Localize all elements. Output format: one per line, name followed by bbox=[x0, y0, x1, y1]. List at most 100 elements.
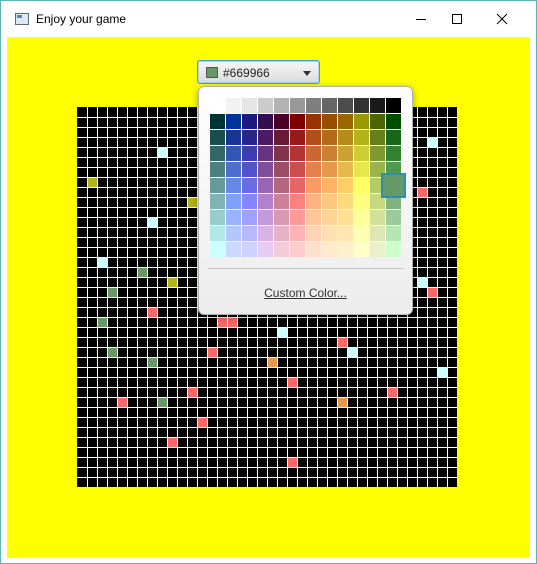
grid-cell[interactable] bbox=[427, 137, 437, 147]
color-swatch[interactable] bbox=[258, 210, 273, 225]
color-swatch[interactable] bbox=[354, 194, 369, 209]
color-picker-button[interactable]: #669966 bbox=[197, 60, 320, 84]
color-swatch[interactable] bbox=[354, 226, 369, 241]
color-swatch[interactable] bbox=[338, 178, 353, 193]
grid-cell[interactable] bbox=[227, 317, 237, 327]
color-swatch[interactable] bbox=[210, 242, 225, 257]
grid-cell[interactable] bbox=[167, 277, 177, 287]
color-swatch[interactable] bbox=[290, 194, 305, 209]
color-swatch[interactable] bbox=[306, 178, 321, 193]
color-swatch[interactable] bbox=[242, 130, 257, 145]
selected-color-swatch[interactable] bbox=[381, 173, 406, 198]
color-swatch[interactable] bbox=[386, 226, 401, 241]
color-swatch[interactable] bbox=[226, 130, 241, 145]
color-swatch[interactable] bbox=[210, 210, 225, 225]
color-swatch[interactable] bbox=[322, 130, 337, 145]
color-swatch[interactable] bbox=[290, 146, 305, 161]
color-swatch[interactable] bbox=[338, 114, 353, 129]
maximize-button[interactable] bbox=[434, 1, 480, 37]
color-swatch[interactable] bbox=[354, 162, 369, 177]
color-swatch[interactable] bbox=[370, 226, 385, 241]
grid-cell[interactable] bbox=[117, 397, 127, 407]
grid-cell[interactable] bbox=[157, 397, 167, 407]
color-swatch[interactable] bbox=[370, 130, 385, 145]
color-swatch[interactable] bbox=[274, 162, 289, 177]
color-swatch[interactable] bbox=[322, 114, 337, 129]
color-swatch[interactable] bbox=[370, 98, 385, 113]
grid-cell[interactable] bbox=[217, 317, 227, 327]
grid-cell[interactable] bbox=[187, 387, 197, 397]
grid-cell[interactable] bbox=[137, 267, 147, 277]
color-swatch[interactable] bbox=[274, 130, 289, 145]
color-swatch[interactable] bbox=[290, 210, 305, 225]
color-swatch[interactable] bbox=[354, 130, 369, 145]
color-swatch[interactable] bbox=[242, 114, 257, 129]
color-swatch[interactable] bbox=[258, 242, 273, 257]
color-swatch[interactable] bbox=[386, 98, 401, 113]
color-swatch[interactable] bbox=[274, 210, 289, 225]
grid-cell[interactable] bbox=[167, 437, 177, 447]
color-swatch[interactable] bbox=[322, 178, 337, 193]
grid-cell[interactable] bbox=[107, 287, 117, 297]
grid-cell[interactable] bbox=[147, 357, 157, 367]
color-swatch[interactable] bbox=[338, 162, 353, 177]
color-swatch[interactable] bbox=[258, 226, 273, 241]
color-swatch[interactable] bbox=[258, 162, 273, 177]
color-swatch[interactable] bbox=[370, 114, 385, 129]
color-swatch[interactable] bbox=[274, 226, 289, 241]
color-swatch[interactable] bbox=[274, 114, 289, 129]
color-swatch[interactable] bbox=[306, 226, 321, 241]
color-swatch[interactable] bbox=[274, 194, 289, 209]
color-swatch[interactable] bbox=[386, 130, 401, 145]
grid-cell[interactable] bbox=[387, 387, 397, 397]
grid-cell[interactable] bbox=[347, 347, 357, 357]
color-swatch[interactable] bbox=[242, 178, 257, 193]
color-swatch[interactable] bbox=[274, 242, 289, 257]
color-swatch[interactable] bbox=[370, 242, 385, 257]
color-swatch[interactable] bbox=[306, 162, 321, 177]
color-swatch[interactable] bbox=[306, 98, 321, 113]
color-swatch[interactable] bbox=[338, 210, 353, 225]
color-swatch[interactable] bbox=[210, 178, 225, 193]
color-swatch[interactable] bbox=[322, 194, 337, 209]
grid-cell[interactable] bbox=[187, 197, 197, 207]
color-swatch[interactable] bbox=[290, 130, 305, 145]
color-swatch[interactable] bbox=[322, 146, 337, 161]
color-swatch[interactable] bbox=[322, 162, 337, 177]
custom-color-link[interactable]: Custom Color... bbox=[199, 286, 412, 300]
color-swatch[interactable] bbox=[258, 194, 273, 209]
grid-cell[interactable] bbox=[277, 327, 287, 337]
grid-cell[interactable] bbox=[337, 397, 347, 407]
grid-cell[interactable] bbox=[87, 177, 97, 187]
color-swatch[interactable] bbox=[274, 178, 289, 193]
color-swatch[interactable] bbox=[226, 226, 241, 241]
color-swatch[interactable] bbox=[242, 98, 257, 113]
color-swatch[interactable] bbox=[306, 146, 321, 161]
color-swatch[interactable] bbox=[338, 194, 353, 209]
grid-cell[interactable] bbox=[97, 257, 107, 267]
grid-cell[interactable] bbox=[157, 147, 167, 157]
color-swatch[interactable] bbox=[290, 178, 305, 193]
color-swatch[interactable] bbox=[354, 114, 369, 129]
color-swatch[interactable] bbox=[274, 146, 289, 161]
color-swatch[interactable] bbox=[354, 98, 369, 113]
color-swatch[interactable] bbox=[306, 210, 321, 225]
color-swatch[interactable] bbox=[338, 146, 353, 161]
grid-cell[interactable] bbox=[437, 367, 447, 377]
grid-cell[interactable] bbox=[107, 347, 117, 357]
color-swatch[interactable] bbox=[338, 242, 353, 257]
color-swatch[interactable] bbox=[354, 242, 369, 257]
color-swatch[interactable] bbox=[386, 146, 401, 161]
color-swatch[interactable] bbox=[354, 210, 369, 225]
color-swatch[interactable] bbox=[210, 194, 225, 209]
grid-cell[interactable] bbox=[147, 217, 157, 227]
color-swatch[interactable] bbox=[290, 226, 305, 241]
color-swatch[interactable] bbox=[290, 98, 305, 113]
color-swatch[interactable] bbox=[210, 130, 225, 145]
grid-cell[interactable] bbox=[417, 187, 427, 197]
color-swatch[interactable] bbox=[354, 178, 369, 193]
grid-cell[interactable] bbox=[337, 337, 347, 347]
color-swatch[interactable] bbox=[370, 210, 385, 225]
color-swatch[interactable] bbox=[322, 98, 337, 113]
color-swatch[interactable] bbox=[210, 162, 225, 177]
